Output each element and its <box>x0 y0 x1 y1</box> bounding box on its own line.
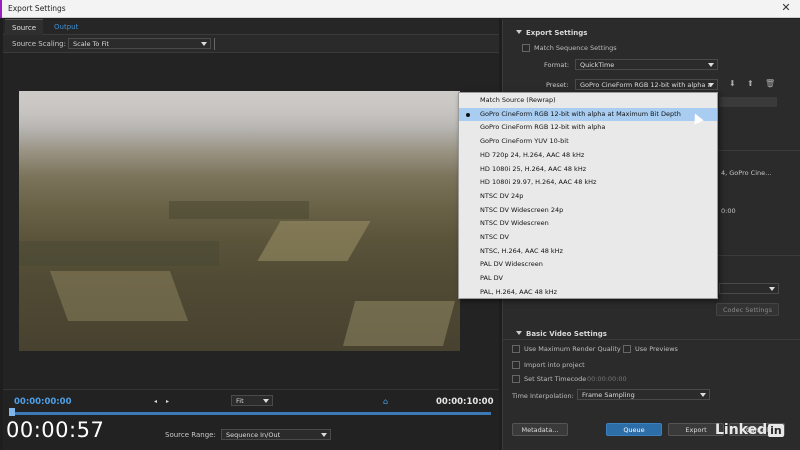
max-render-quality-label: Use Maximum Render Quality <box>524 345 621 353</box>
chevron-down-icon <box>708 63 714 67</box>
source-scaling-dropdown[interactable]: Scale To Fit <box>68 38 211 49</box>
watermark-suffix: in <box>768 424 784 437</box>
preset-menu-item[interactable]: PAL, H.264, AAC 48 kHz <box>459 286 717 300</box>
divider <box>214 38 215 50</box>
chevron-down-icon <box>263 399 269 403</box>
format-dropdown[interactable]: QuickTime <box>575 59 718 70</box>
timecode-in[interactable]: 00:00:00:00 <box>14 397 72 407</box>
preset-menu-item[interactable]: HD 1080i 29.97, H.264, AAC 48 kHz <box>459 176 717 190</box>
preset-menu-item[interactable]: HD 1080i 25, H.264, AAC 48 kHz <box>459 163 717 177</box>
chevron-down-icon <box>700 393 706 397</box>
preset-label: Preset: <box>546 81 569 89</box>
preset-menu-item[interactable]: NTSC DV <box>459 231 717 245</box>
preset-menu: Match Source (Rewrap) GoPro CineForm RGB … <box>458 92 718 299</box>
preset-menu-item[interactable]: Match Source (Rewrap) <box>459 94 717 108</box>
fit-value: Fit <box>236 397 244 405</box>
overlay-timer: 00:00:57 <box>6 418 105 442</box>
set-start-timecode-checkbox[interactable] <box>512 375 520 383</box>
preset-menu-item[interactable]: NTSC, H.264, AAC 48 kHz <box>459 245 717 259</box>
selected-dot-icon <box>466 112 470 117</box>
basic-video-settings-title: Basic Video Settings <box>526 330 607 338</box>
source-scaling-label: Source Scaling: <box>12 40 66 48</box>
save-preset-icon[interactable]: ⬇ <box>729 79 736 88</box>
window-title: Export Settings <box>8 4 66 13</box>
source-range-dropdown[interactable]: Sequence In/Out <box>221 429 331 440</box>
watermark-text: Linked <box>715 422 768 438</box>
chevron-down-icon <box>321 433 327 437</box>
video-preview <box>19 91 460 351</box>
tab-output[interactable]: Output <box>47 19 85 35</box>
mark-out-icon[interactable]: ▸ <box>166 398 169 405</box>
source-scaling-value: Scale To Fit <box>73 40 110 48</box>
import-into-project-checkbox[interactable] <box>512 361 520 369</box>
preset-value: GoPro CineForm RGB 12-bit with alpha a <box>580 81 712 89</box>
preset-dropdown[interactable]: GoPro CineForm RGB 12-bit with alpha a <box>575 79 718 90</box>
metadata-button[interactable]: Metadata... <box>512 423 568 436</box>
chevron-down-icon <box>708 83 714 87</box>
use-previews-label: Use Previews <box>635 345 678 353</box>
divider <box>503 339 800 340</box>
source-range-label: Source Range: <box>165 431 216 439</box>
codec-dropdown[interactable] <box>719 283 779 294</box>
format-label: Format: <box>544 61 570 69</box>
preset-menu-item[interactable]: NTSC DV Widescreen <box>459 217 717 231</box>
basic-video-settings-header[interactable]: Basic Video Settings <box>516 330 607 338</box>
export-settings-title: Export Settings <box>526 29 588 37</box>
playhead[interactable] <box>9 408 15 416</box>
comments-field[interactable] <box>719 97 777 107</box>
time-interpolation-value: Frame Sampling <box>582 391 635 399</box>
queue-button[interactable]: Queue <box>606 423 662 436</box>
use-previews-checkbox[interactable] <box>623 345 631 353</box>
preset-menu-item[interactable]: NTSC DV Widescreen 24p <box>459 204 717 218</box>
collapse-triangle-icon <box>516 30 522 34</box>
tab-source[interactable]: Source <box>5 19 44 35</box>
set-range-icon[interactable]: ⌂ <box>383 397 388 406</box>
preset-menu-item[interactable]: GoPro CineForm YUV 10-bit <box>459 135 717 149</box>
time-interpolation-dropdown[interactable]: Frame Sampling <box>577 389 710 400</box>
linkedin-watermark: Linked in <box>715 422 784 438</box>
preset-menu-item[interactable]: NTSC DV 24p <box>459 190 717 204</box>
timecode-out: 00:00:10:00 <box>436 397 494 407</box>
summary-fragment: 4, GoPro Cine... <box>721 169 772 177</box>
set-start-timecode-label: Set Start Timecode <box>524 375 587 383</box>
fit-dropdown[interactable]: Fit <box>231 395 273 406</box>
window-titlebar: Export Settings ✕ <box>0 0 800 18</box>
preset-menu-item[interactable]: GoPro CineForm RGB 12-bit with alpha <box>459 121 717 135</box>
preview-tabs: Source Output <box>3 19 499 35</box>
time-fragment: 0:00 <box>721 207 736 215</box>
preview-pane: Source Output Source Scaling: Scale To F… <box>3 19 499 450</box>
codec-settings-button[interactable]: Codec Settings <box>716 303 779 316</box>
import-into-project-label: Import into project <box>524 361 585 369</box>
chevron-down-icon <box>769 287 775 291</box>
chevron-down-icon <box>201 42 207 46</box>
start-timecode-value[interactable]: 00:00:00:00 <box>587 375 627 383</box>
title-accent <box>0 0 2 18</box>
delete-preset-icon[interactable]: 🗑 <box>765 79 775 88</box>
preset-menu-item[interactable]: PAL DV Widescreen <box>459 258 717 272</box>
source-scaling-row: Source Scaling: Scale To Fit <box>3 35 499 53</box>
timeline-track[interactable] <box>11 412 491 415</box>
export-settings-header[interactable]: Export Settings <box>516 29 587 37</box>
match-sequence-label: Match Sequence Settings <box>534 44 617 52</box>
preset-menu-item[interactable]: HD 720p 24, H.264, AAC 48 kHz <box>459 149 717 163</box>
max-render-quality-checkbox[interactable] <box>512 345 520 353</box>
mark-in-icon[interactable]: ◂ <box>154 398 157 405</box>
format-value: QuickTime <box>580 61 615 69</box>
collapse-triangle-icon <box>516 331 522 335</box>
match-sequence-checkbox[interactable] <box>522 44 530 52</box>
time-interpolation-label: Time Interpolation: <box>512 392 574 400</box>
preset-menu-item[interactable]: PAL DV <box>459 272 717 286</box>
import-preset-icon[interactable]: ⬆ <box>747 79 754 88</box>
close-icon[interactable]: ✕ <box>780 2 792 14</box>
preset-menu-item[interactable]: GoPro CineForm RGB 12-bit with alpha at … <box>459 107 717 122</box>
source-range-value: Sequence In/Out <box>226 431 281 439</box>
